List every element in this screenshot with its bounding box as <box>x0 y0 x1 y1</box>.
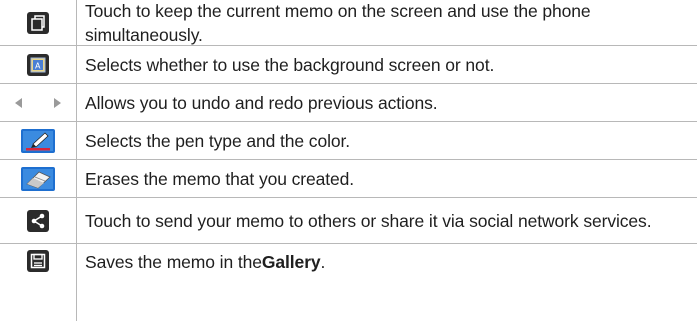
icon-cell <box>0 198 77 243</box>
row-description: Touch to send your memo to others or sha… <box>85 210 652 231</box>
row-description: Saves the memo in the Gallery. <box>77 244 697 321</box>
row-description: Touch to keep the current memo on the sc… <box>85 0 591 45</box>
icon-cell <box>0 244 77 321</box>
icon-cell: A <box>0 46 77 83</box>
row-description: Selects the pen type and the color. <box>85 130 351 151</box>
share-icon <box>27 209 49 232</box>
row-description: Selects whether to use the background sc… <box>85 54 495 75</box>
row-description: Allows you to undo and redo previous act… <box>85 92 438 113</box>
row-description: Erases the memo that you created. <box>85 168 355 189</box>
undo-arrow-icon <box>15 97 31 108</box>
table-row: Erases the memo that you created. <box>0 160 697 198</box>
icon-cell <box>0 0 77 45</box>
icon-cell <box>0 160 77 197</box>
icon-cell <box>0 84 77 121</box>
undo-redo-arrows-icon <box>15 97 61 109</box>
table-row: Touch to send your memo to others or sha… <box>0 198 697 244</box>
icon-cell <box>0 122 77 159</box>
row-text-before: Saves the memo in the <box>85 252 262 272</box>
table-row: Touch to keep the current memo on the sc… <box>0 0 697 46</box>
table-row: A Selects whether to use the background … <box>0 46 697 84</box>
table-row: Selects the pen type and the color. <box>0 122 697 160</box>
row-text-after: . <box>320 252 326 272</box>
pen-icon <box>21 128 55 153</box>
overlay-window-icon <box>27 11 49 34</box>
table-row: Saves the memo in the Gallery. <box>0 244 697 321</box>
redo-arrow-icon <box>45 97 61 108</box>
svg-text:A: A <box>35 61 41 70</box>
gallery-label: Gallery <box>261 252 321 272</box>
save-icon <box>27 250 49 272</box>
eraser-icon <box>21 166 55 191</box>
table-row: Allows you to undo and redo previous act… <box>0 84 697 122</box>
feature-table: Touch to keep the current memo on the sc… <box>0 0 697 321</box>
background-screen-icon: A <box>27 53 49 76</box>
